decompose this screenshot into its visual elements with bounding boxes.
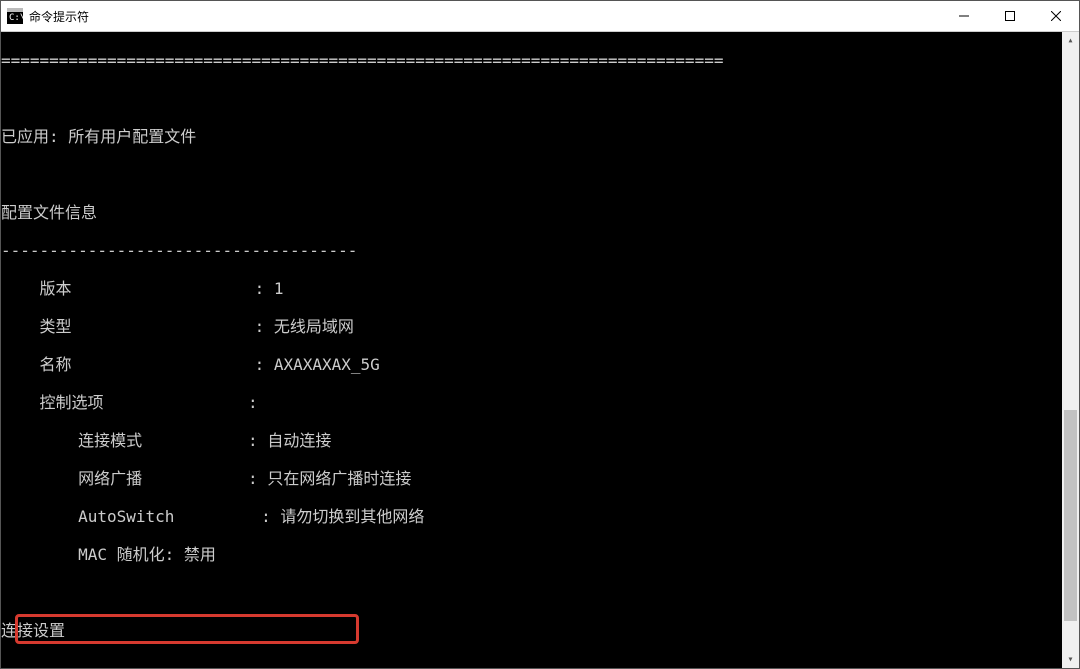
value: 无线局域网: [274, 317, 354, 336]
blank: [1, 583, 1062, 602]
profile-header: 配置文件信息: [1, 203, 1062, 222]
label: 名称: [40, 355, 72, 374]
profile-mac-random: MAC 随机化: 禁用: [1, 545, 1062, 564]
applied-line: 已应用: 所有用户配置文件: [1, 127, 1062, 146]
label: 连接模式: [78, 431, 142, 450]
value: AXAXAXAX_5G: [274, 355, 380, 374]
profile-conn-mode: 连接模式 : 自动连接: [1, 431, 1062, 450]
close-button[interactable]: [1033, 1, 1079, 31]
vertical-scrollbar[interactable]: ▴ ▾: [1062, 32, 1079, 668]
blank: [1, 165, 1062, 184]
value: 1: [274, 279, 284, 298]
scroll-down-arrow[interactable]: ▾: [1062, 651, 1079, 668]
blank: [1, 89, 1062, 108]
minimize-button[interactable]: [941, 1, 987, 31]
conn-header: 连接设置: [1, 621, 1062, 640]
profile-type: 类型 : 无线局域网: [1, 317, 1062, 336]
dashes: -------------------------------------: [1, 659, 1062, 668]
titlebar[interactable]: C:\ 命令提示符: [1, 1, 1079, 32]
profile-broadcast: 网络广播 : 只在网络广播时连接: [1, 469, 1062, 488]
label: AutoSwitch: [78, 507, 174, 526]
label: 控制选项: [40, 393, 104, 412]
command-prompt-window: C:\ 命令提示符 ==============================…: [0, 0, 1080, 669]
window-title: 命令提示符: [29, 8, 89, 25]
svg-text:C:\: C:\: [9, 13, 23, 23]
rule-line: ========================================…: [1, 51, 1062, 70]
terminal-output[interactable]: ========================================…: [1, 32, 1062, 668]
profile-autoswitch: AutoSwitch : 请勿切换到其他网络: [1, 507, 1062, 526]
label: 类型: [40, 317, 72, 336]
client-area: ========================================…: [1, 32, 1079, 668]
profile-version: 版本 : 1: [1, 279, 1062, 298]
value: 只在网络广播时连接: [267, 469, 411, 488]
cmd-icon: C:\: [7, 8, 23, 24]
value: 自动连接: [267, 431, 331, 450]
label: MAC 随机化: 禁用: [78, 545, 216, 564]
label: 版本: [40, 279, 72, 298]
applied-value: 所有用户配置文件: [68, 127, 196, 146]
label: 网络广播: [78, 469, 142, 488]
profile-name: 名称 : AXAXAXAX_5G: [1, 355, 1062, 374]
profile-options: 控制选项 :: [1, 393, 1062, 412]
applied-label: 已应用:: [1, 127, 68, 146]
scroll-track[interactable]: [1062, 49, 1079, 651]
maximize-button[interactable]: [987, 1, 1033, 31]
scroll-thumb[interactable]: [1064, 410, 1077, 621]
value: 请勿切换到其他网络: [280, 507, 424, 526]
scroll-up-arrow[interactable]: ▴: [1062, 32, 1079, 49]
dashes: -------------------------------------: [1, 241, 1062, 260]
